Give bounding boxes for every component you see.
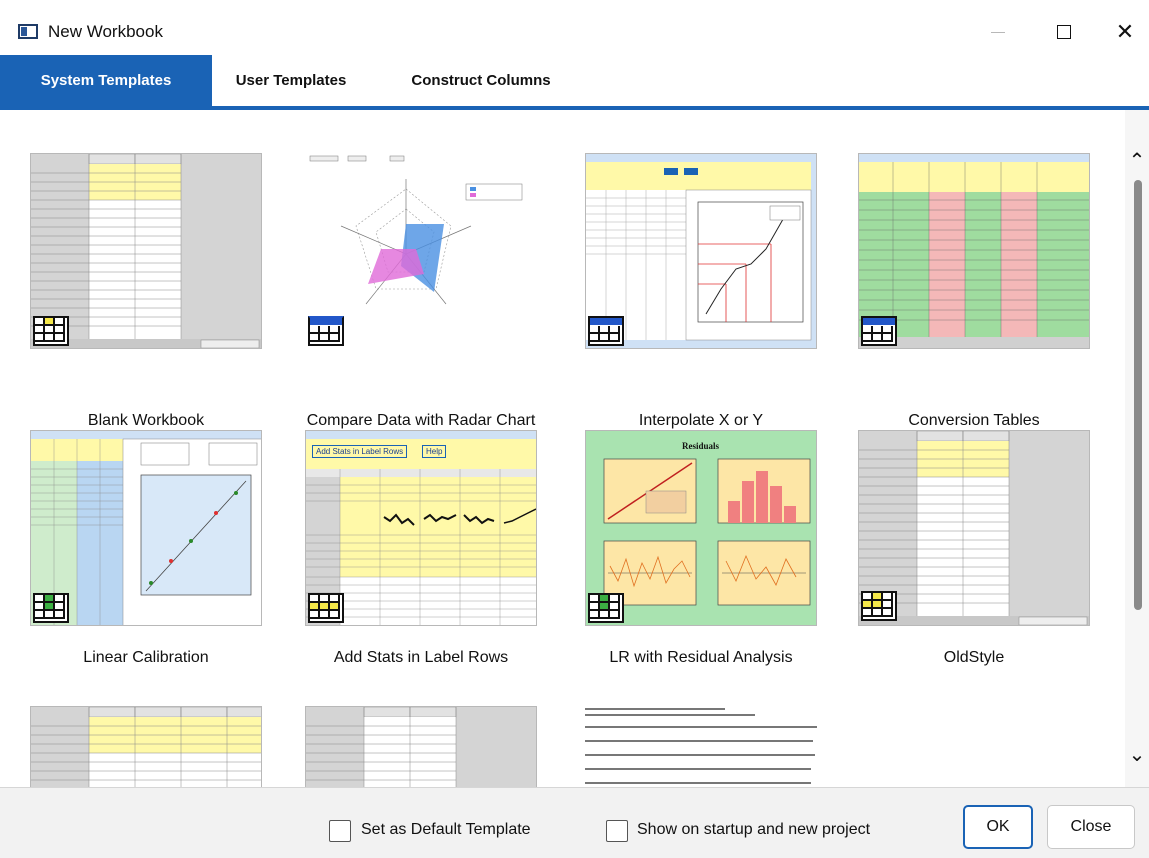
workbook-app-icon <box>18 24 38 39</box>
template-thumbnail <box>30 706 262 787</box>
partial-workbook-preview <box>31 707 261 787</box>
workbook-badge-icon <box>588 593 624 623</box>
scroll-up-icon[interactable]: ⌃ <box>1127 148 1147 172</box>
close-window-button[interactable]: ✕ <box>1102 14 1148 50</box>
template-label: Interpolate X or Y <box>638 412 764 429</box>
template-label: OldStyle <box>943 649 1005 666</box>
template-thumbnail: Add Stats in Label Rows Help <box>305 430 537 626</box>
tab-system-templates[interactable]: System Templates <box>0 55 212 106</box>
tab-construct-columns[interactable]: Construct Columns <box>370 55 592 106</box>
ok-button[interactable]: OK <box>963 805 1033 849</box>
template-thumbnail: Residuals <box>585 430 817 626</box>
template-label: Linear Calibration <box>83 649 209 666</box>
default-template-label: Set as Default Template <box>361 821 531 838</box>
partial-notes-preview <box>585 708 817 784</box>
maximize-icon <box>1057 25 1071 39</box>
minimize-button[interactable] <box>975 14 1021 50</box>
workbook-badge-icon <box>308 316 344 346</box>
workbook-badge-icon <box>33 593 69 623</box>
scroll-down-icon[interactable]: ⌄ <box>1127 742 1147 766</box>
template-thumbnail <box>30 153 262 349</box>
template-label: Compare Data with Radar Chart <box>306 412 536 429</box>
workbook-badge-icon <box>861 591 897 621</box>
template-grid: Blank Workbook Compare Data with Radar C… <box>0 110 1149 787</box>
maximize-button[interactable] <box>1041 14 1087 50</box>
template-label: Conversion Tables <box>908 412 1040 429</box>
workbook-badge-icon <box>861 316 897 346</box>
template-label: LR with Residual Analysis <box>609 649 793 666</box>
template-thumbnail <box>858 153 1090 349</box>
scroll-thumb[interactable] <box>1134 180 1142 610</box>
template-label: Add Stats in Label Rows <box>333 649 509 666</box>
tab-user-templates[interactable]: User Templates <box>212 55 370 106</box>
close-button[interactable]: Close <box>1047 805 1135 849</box>
title-bar: New Workbook ✕ <box>0 0 1149 55</box>
workbook-badge-icon <box>588 316 624 346</box>
tab-bar: System Templates User Templates Construc… <box>0 55 1149 110</box>
workbook-badge-icon <box>33 316 69 346</box>
workbook-badge-icon <box>308 593 344 623</box>
template-thumbnail <box>585 153 817 349</box>
minimize-icon <box>991 31 1005 33</box>
partial-workbook-preview <box>306 707 457 787</box>
template-label: Blank Workbook <box>87 412 205 429</box>
template-thumbnail <box>858 430 1090 626</box>
close-icon: ✕ <box>1115 19 1135 44</box>
show-on-startup-checkbox[interactable] <box>606 820 628 842</box>
show-on-startup-label: Show on startup and new project <box>637 821 871 838</box>
template-thumbnail <box>585 706 817 787</box>
template-thumbnail <box>30 430 262 626</box>
dialog-footer: Set as Default Template Show on startup … <box>0 787 1149 858</box>
vertical-scrollbar[interactable]: ⌃ ⌄ <box>1125 110 1149 787</box>
window-title: New Workbook <box>48 22 163 41</box>
default-template-checkbox[interactable] <box>329 820 351 842</box>
template-thumbnail <box>305 706 537 787</box>
template-thumbnail <box>305 153 537 349</box>
